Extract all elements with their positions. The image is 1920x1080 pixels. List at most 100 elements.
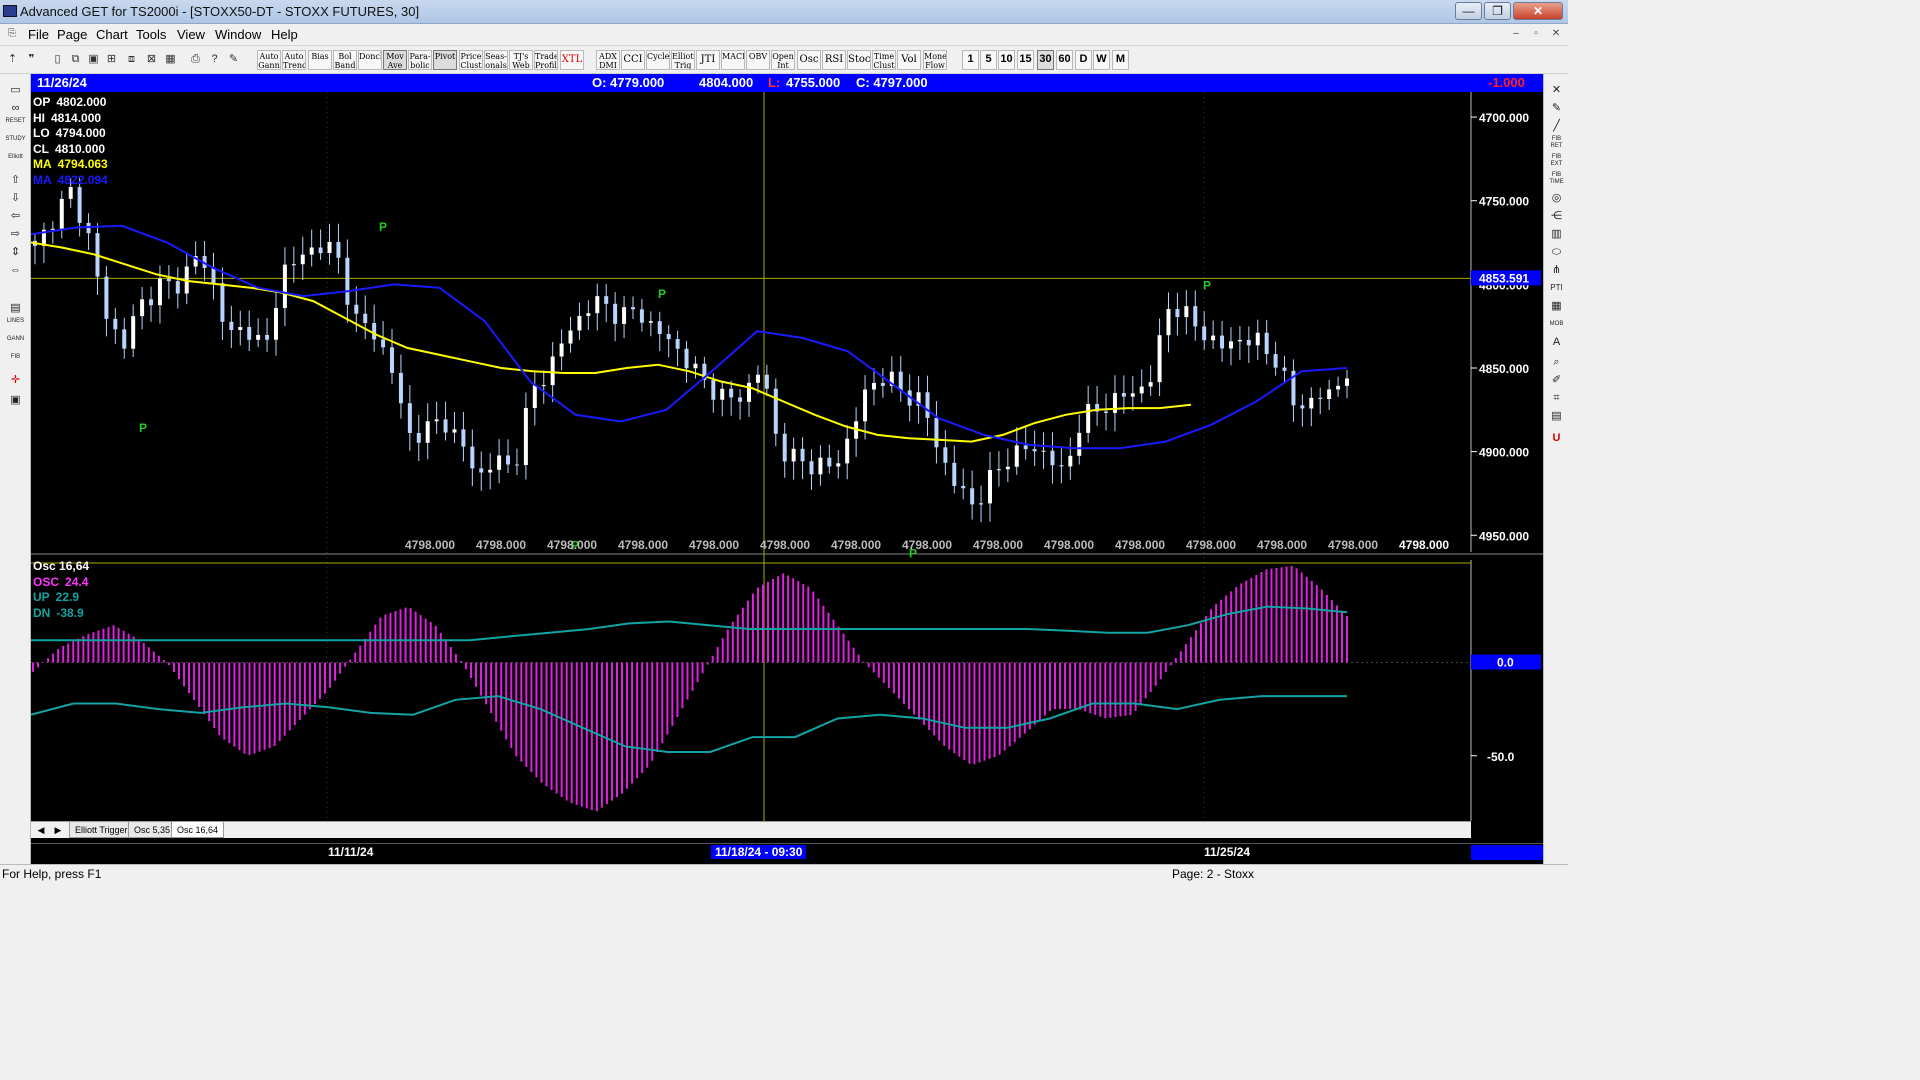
pitchfork-icon[interactable]: ⋔ — [1548, 262, 1565, 278]
study-button[interactable]: TJ's Web — [509, 50, 533, 70]
menu-window[interactable]: Window — [215, 27, 261, 42]
study-button[interactable]: Pivot — [433, 50, 457, 70]
date-scroll-indicator[interactable] — [1471, 845, 1543, 860]
arrow-right-icon[interactable]: ⇨ — [5, 226, 26, 242]
print-icon[interactable]: ⎙ — [188, 52, 203, 67]
indicator-button[interactable]: JTI — [696, 50, 720, 70]
text-tool-icon[interactable]: A — [1548, 334, 1565, 350]
lines-icon[interactable]: LINES — [5, 318, 26, 334]
tab-next-icon[interactable]: ▶ — [51, 823, 65, 837]
fib-ext-icon[interactable]: FIB EXT — [1548, 154, 1565, 170]
interval-button[interactable]: 5 — [980, 50, 997, 70]
interval-button[interactable]: 10 — [998, 50, 1015, 70]
window-icon[interactable]: ▤ — [5, 300, 26, 316]
spiral-icon[interactable]: ◎ — [1548, 190, 1565, 206]
arrow-left-icon[interactable]: ⇦ — [5, 208, 26, 224]
new-icon[interactable]: ▯ — [50, 52, 65, 67]
table-icon[interactable]: ▦ — [1548, 298, 1565, 314]
menu-tools[interactable]: Tools — [136, 27, 166, 42]
indicator-button[interactable]: CCI — [621, 50, 645, 70]
indicator-button[interactable]: Stoch — [847, 50, 871, 70]
study-button[interactable]: Seas- onals — [484, 50, 508, 70]
indicator-button[interactable]: RSI — [822, 50, 846, 70]
study-button[interactable]: Bias — [308, 50, 332, 70]
study-button[interactable]: Mov Ave — [383, 50, 407, 70]
tab-osc-5-35[interactable]: Osc 5,35 — [128, 822, 177, 838]
menu-chart[interactable]: Chart — [96, 27, 128, 42]
crosshair-icon[interactable]: ✛ — [5, 372, 26, 388]
menu-view[interactable]: View — [177, 27, 205, 42]
paint-icon[interactable]: ✐ — [1548, 372, 1565, 388]
indicator-button[interactable]: Osc — [797, 50, 821, 70]
indicator-button[interactable]: MACD — [721, 50, 745, 70]
ellipse-icon[interactable]: ⬭ — [1548, 244, 1565, 260]
compress-icon[interactable]: ⇕ — [5, 244, 26, 260]
interval-button[interactable]: W — [1093, 50, 1110, 70]
tab-prev-icon[interactable]: ◀ — [34, 823, 48, 837]
magnet-icon[interactable]: U — [1548, 430, 1565, 446]
document-icon[interactable]: ⎘ — [4, 27, 20, 42]
pointer-icon[interactable]: ⇡ — [5, 52, 20, 67]
layout-icon[interactable]: ▣ — [86, 52, 101, 67]
tab-osc-16-64[interactable]: Osc 16,64 — [171, 822, 225, 838]
menu-page[interactable]: Page — [57, 27, 87, 42]
study-button[interactable]: XTL — [560, 50, 584, 70]
interval-button[interactable]: D — [1075, 50, 1092, 70]
line-tool-icon[interactable]: ╱ — [1548, 118, 1565, 134]
mdi-minimize-button[interactable]: – — [1508, 27, 1524, 42]
minimize-button[interactable]: — — [1455, 2, 1482, 20]
indicator-button[interactable]: Vol — [897, 50, 921, 70]
study-button[interactable]: Auto Trend — [282, 50, 306, 70]
menu-help[interactable]: Help — [271, 27, 298, 42]
help-icon[interactable]: ? — [207, 52, 222, 67]
expand-icon[interactable]: ⇔ — [5, 262, 26, 278]
cycle-icon[interactable]: ⌗ — [1548, 390, 1565, 406]
list-icon[interactable]: ▤ — [1548, 408, 1565, 424]
fib-time-icon[interactable]: FIB TIME — [1548, 172, 1565, 188]
close-x-icon[interactable]: ✕ — [1548, 82, 1565, 98]
fib-icon[interactable]: FIB — [5, 354, 26, 370]
gann-icon[interactable]: GANN — [5, 336, 26, 352]
pti-icon[interactable]: PTI — [1548, 280, 1565, 296]
indicator-button[interactable]: Open Int — [771, 50, 795, 70]
study-button[interactable]: Para- bolic — [408, 50, 432, 70]
reset-icon[interactable]: RESET — [5, 118, 26, 134]
study-button[interactable]: Price Clust — [459, 50, 483, 70]
indicator-button[interactable]: Cycles — [646, 50, 670, 70]
window-titlebar[interactable]: Advanced GET for TS2000i - [STOXX50-DT -… — [0, 0, 1568, 24]
indicator-button[interactable]: ADX DMI — [596, 50, 620, 70]
study-button[interactable]: Bol Band — [333, 50, 357, 70]
mdi-close-button[interactable]: ✕ — [1548, 27, 1564, 42]
cascade-icon[interactable]: ⧈ — [124, 52, 139, 67]
settings-icon[interactable]: ▣ — [5, 392, 26, 408]
indicator-button[interactable]: Money Flow — [923, 50, 947, 70]
study-button[interactable]: Donch — [358, 50, 382, 70]
interval-button[interactable]: 60 — [1056, 50, 1073, 70]
interval-button[interactable]: 30 — [1037, 50, 1054, 70]
interval-button[interactable]: 15 — [1017, 50, 1034, 70]
pencil-icon[interactable]: ✎ — [1548, 100, 1565, 116]
elliott-icon[interactable]: Elliott — [5, 154, 26, 170]
indicator-button[interactable]: OBV — [746, 50, 770, 70]
indicator-button[interactable]: Elliott Trig — [671, 50, 695, 70]
grid-icon[interactable]: ▦ — [163, 52, 178, 67]
close-button[interactable]: ✕ — [1513, 2, 1563, 20]
indicator-button[interactable]: Time Clust — [872, 50, 896, 70]
quote-icon[interactable]: ❞ — [24, 52, 39, 67]
tab-elliott-trigger[interactable]: Elliott Trigger — [69, 822, 134, 838]
arrow-down-icon[interactable]: ⇩ — [5, 190, 26, 206]
arrow-up-icon[interactable]: ⇧ — [5, 172, 26, 188]
open-folder-icon[interactable]: ▭ — [5, 82, 26, 98]
tile-icon[interactable]: ⊞ — [104, 52, 119, 67]
channel-icon[interactable]: ▥ — [1548, 226, 1565, 242]
fib-ret-icon[interactable]: FIB RET — [1548, 136, 1565, 152]
study-button[interactable]: Auto Gann — [257, 50, 281, 70]
price-chart[interactable]: 4950.0004900.0004850.0004800.0004750.000… — [31, 74, 1543, 864]
fan-icon[interactable]: ⋲ — [1548, 208, 1565, 224]
zoom-icon[interactable]: ⌕ — [1548, 354, 1565, 370]
mdi-restore-button[interactable]: ▫ — [1528, 27, 1544, 42]
chart-window[interactable]: 11/26/24 O: 4779.000 4804.000 L: 4755.00… — [31, 74, 1543, 864]
interval-button[interactable]: M — [1112, 50, 1129, 70]
copy-icon[interactable]: ⧉ — [68, 52, 83, 67]
maximize-button[interactable]: ❐ — [1484, 2, 1511, 20]
